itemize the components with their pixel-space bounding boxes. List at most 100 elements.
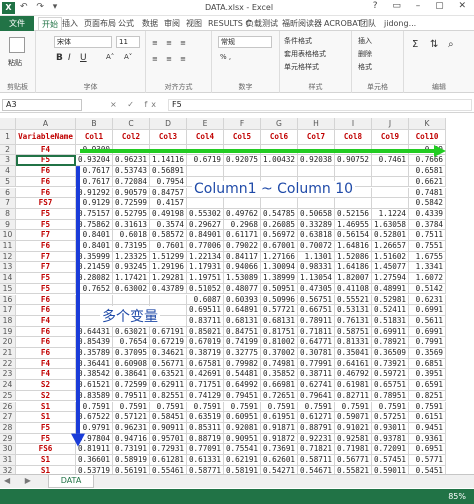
data-cell[interactable]: 0.7666 [409, 155, 446, 167]
data-cell[interactable]: 0.26085 [261, 219, 298, 231]
data-cell[interactable]: 1.29281 [150, 273, 187, 284]
data-cell[interactable]: 0.7652 [76, 283, 113, 295]
data-cell[interactable]: 0.93204 [76, 155, 113, 167]
data-cell[interactable]: 0.67522 [76, 412, 113, 423]
variable-name-cell[interactable]: F4 [16, 144, 76, 156]
row-header-10[interactable]: 10 [0, 230, 16, 241]
data-cell[interactable]: 0.38719 [187, 348, 224, 359]
data-cell[interactable]: 0.43789 [150, 283, 187, 295]
italic-button[interactable]: I [68, 53, 71, 63]
data-cell[interactable]: 0.82551 [150, 390, 187, 402]
variable-name-cell[interactable]: F5 [16, 208, 76, 220]
data-cell[interactable]: 0.71981 [335, 444, 372, 455]
data-cell[interactable]: 1.51299 [150, 251, 187, 263]
ribbon-tab-0[interactable]: 文件 [0, 16, 34, 31]
data-cell[interactable]: 0.71811 [298, 326, 335, 338]
variable-name-cell[interactable]: F5 [16, 422, 76, 434]
data-cell[interactable]: 0.74199 [224, 337, 261, 348]
data-cell[interactable]: 0.90951 [224, 433, 261, 445]
row-header-9[interactable]: 9 [0, 219, 16, 231]
data-cell[interactable]: 1.27594 [372, 273, 409, 284]
variable-name-cell[interactable]: F6 [16, 241, 76, 252]
data-cell[interactable]: 0.67191 [150, 326, 187, 338]
data-cell[interactable]: 0.94716 [113, 433, 150, 445]
paste-icon[interactable] [9, 37, 25, 53]
ribbon-tab-5[interactable]: 数据 [142, 17, 158, 30]
data-cell[interactable]: 0.7617 [76, 166, 113, 177]
data-cell[interactable]: 0.56972 [261, 230, 298, 241]
data-cell[interactable]: 0.54481 [224, 369, 261, 381]
data-cell[interactable]: 0.6991 [409, 305, 446, 316]
data-cell[interactable]: 0.35789 [76, 348, 113, 359]
data-cell[interactable]: 0.81751 [261, 326, 298, 338]
formula-input[interactable]: F5 [168, 99, 472, 111]
data-cell[interactable]: 0.52156 [335, 208, 372, 220]
data-cell[interactable]: 0.49198 [150, 208, 187, 220]
row-header-21[interactable]: 21 [0, 348, 16, 359]
data-cell[interactable]: 0.74129 [187, 390, 224, 402]
row-header-22[interactable]: 22 [0, 358, 16, 370]
data-cell[interactable]: 0.79982 [224, 358, 261, 370]
data-cell[interactable]: 0.7461 [372, 155, 409, 167]
data-cell[interactable]: 0.90911 [150, 422, 187, 434]
data-cell[interactable]: 0.60393 [224, 294, 261, 306]
variable-name-cell[interactable]: F6 [16, 176, 76, 188]
data-cell[interactable]: 0.74981 [261, 358, 298, 370]
data-cell[interactable]: 0.62911 [150, 380, 187, 391]
data-cell[interactable]: 0.36601 [76, 455, 113, 466]
data-cell[interactable]: 0.47305 [298, 283, 335, 295]
data-cell[interactable]: 0.56771 [335, 455, 372, 466]
row-header-25[interactable]: 25 [0, 390, 16, 402]
data-cell[interactable]: 0.50658 [298, 208, 335, 220]
ribbon-tab-11[interactable]: ACROBAT [324, 17, 362, 30]
data-cell[interactable]: 0.50951 [261, 283, 298, 295]
data-cell[interactable]: 0.5771 [409, 455, 446, 466]
data-cell[interactable]: 0.7954 [150, 176, 187, 188]
data-cell[interactable] [335, 144, 372, 156]
data-cell[interactable]: 0.78951 [372, 390, 409, 402]
variable-name-cell[interactable]: F4 [16, 369, 76, 381]
ribbon-tab-6[interactable]: 审阅 [164, 17, 180, 30]
row-header-31[interactable]: 31 [0, 455, 16, 466]
window-controls[interactable]: ? ▭ – ▢ ✕ [373, 1, 472, 11]
variable-name-cell[interactable]: F4 [16, 315, 76, 327]
variable-name-cell[interactable]: F6 [16, 166, 76, 177]
data-cell[interactable]: 0.67219 [150, 337, 187, 348]
row-header-16[interactable]: 16 [0, 294, 16, 306]
data-cell[interactable]: 0.4157 [150, 198, 187, 209]
data-cell[interactable]: 0.90579 [113, 187, 150, 199]
data-cell[interactable] [372, 198, 409, 209]
data-cell[interactable]: 0.9791 [76, 422, 113, 434]
data-cell[interactable]: 0.35041 [335, 348, 372, 359]
data-cell[interactable]: 0.61271 [298, 412, 335, 423]
data-cell[interactable]: 0.7591 [113, 401, 150, 413]
data-cell[interactable]: 0.4339 [409, 208, 446, 220]
header-cell-10[interactable]: Col10 [409, 130, 446, 145]
data-cell[interactable]: 1.38999 [261, 273, 298, 284]
data-cell[interactable]: 0.7511 [409, 230, 446, 241]
header-cell-0[interactable]: VariableName [16, 130, 76, 145]
data-cell[interactable]: 0.38711 [298, 369, 335, 381]
column-header-A[interactable]: A [16, 118, 76, 130]
ribbon-tab-9[interactable]: 负载测试 [246, 17, 278, 30]
data-cell[interactable]: 0.61981 [335, 380, 372, 391]
align-buttons-2[interactable]: ≡ ≡ ≡ [152, 55, 189, 63]
data-cell[interactable] [298, 166, 335, 177]
data-cell[interactable]: 0.36441 [76, 358, 113, 370]
data-cell[interactable]: 0.46792 [335, 369, 372, 381]
header-cell-3[interactable]: Col3 [150, 130, 187, 145]
data-cell[interactable]: 0.9300 [76, 144, 113, 156]
data-cell[interactable]: 0.65751 [372, 380, 409, 391]
row-header-13[interactable]: 13 [0, 262, 16, 274]
data-cell[interactable]: 0.69911 [372, 326, 409, 338]
data-cell[interactable]: 0.56771 [150, 358, 187, 370]
data-cell[interactable]: 0.6991 [409, 326, 446, 338]
data-cell[interactable]: 0.58572 [150, 230, 187, 241]
data-cell[interactable]: 0.75541 [224, 444, 261, 455]
align-buttons[interactable]: ≡ ≡ ≡ [152, 39, 189, 47]
row-header-5[interactable]: 5 [0, 176, 16, 188]
data-cell[interactable]: 1.51602 [372, 251, 409, 263]
data-cell[interactable]: 0.72599 [113, 198, 150, 209]
data-cell[interactable]: 0.68131 [261, 315, 298, 327]
row-header-14[interactable]: 14 [0, 273, 16, 284]
